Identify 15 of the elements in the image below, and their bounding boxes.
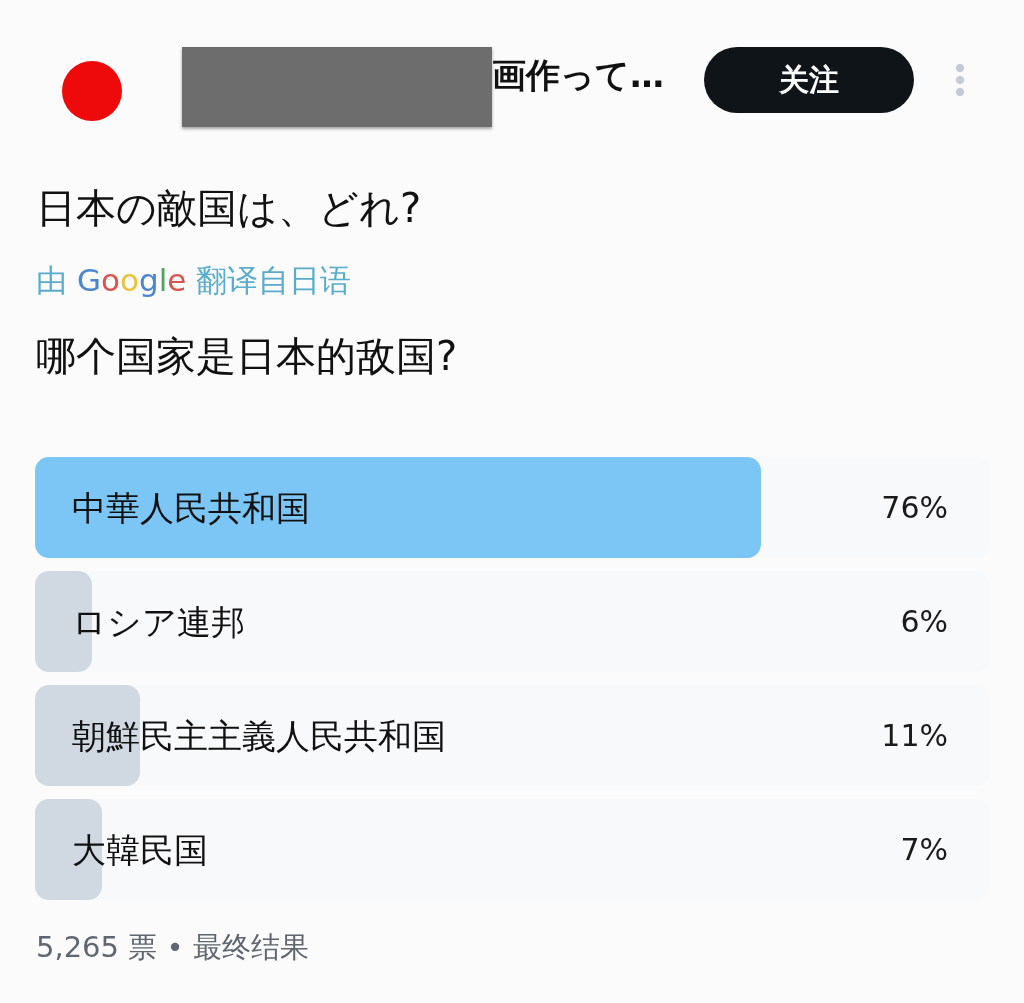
poll-percentage: 76%	[881, 488, 948, 527]
poll-percentage: 6%	[900, 602, 948, 641]
poll-percentage: 7%	[900, 830, 948, 869]
poll-option-label: 大韓民国	[72, 828, 208, 872]
translated-question: 哪个国家是日本的敌国?	[36, 332, 458, 380]
avatar-circle[interactable]	[62, 61, 122, 121]
poll-option-label: 朝鮮民主主義人民共和国	[72, 714, 446, 758]
poll-option-label: 中華人民共和国	[72, 486, 310, 530]
poll-percentage: 11%	[881, 716, 948, 755]
post-question: 日本の敵国は、どれ?	[36, 184, 422, 232]
poll-option-label: ロシア連邦	[72, 600, 245, 644]
translation-credit[interactable]: 由 Google 翻译自日语	[36, 260, 352, 300]
poll-summary: 5,265 票 • 最终结果	[36, 929, 309, 966]
account-name: 画作って…	[492, 55, 664, 95]
follow-button[interactable]: 关注	[704, 47, 914, 113]
